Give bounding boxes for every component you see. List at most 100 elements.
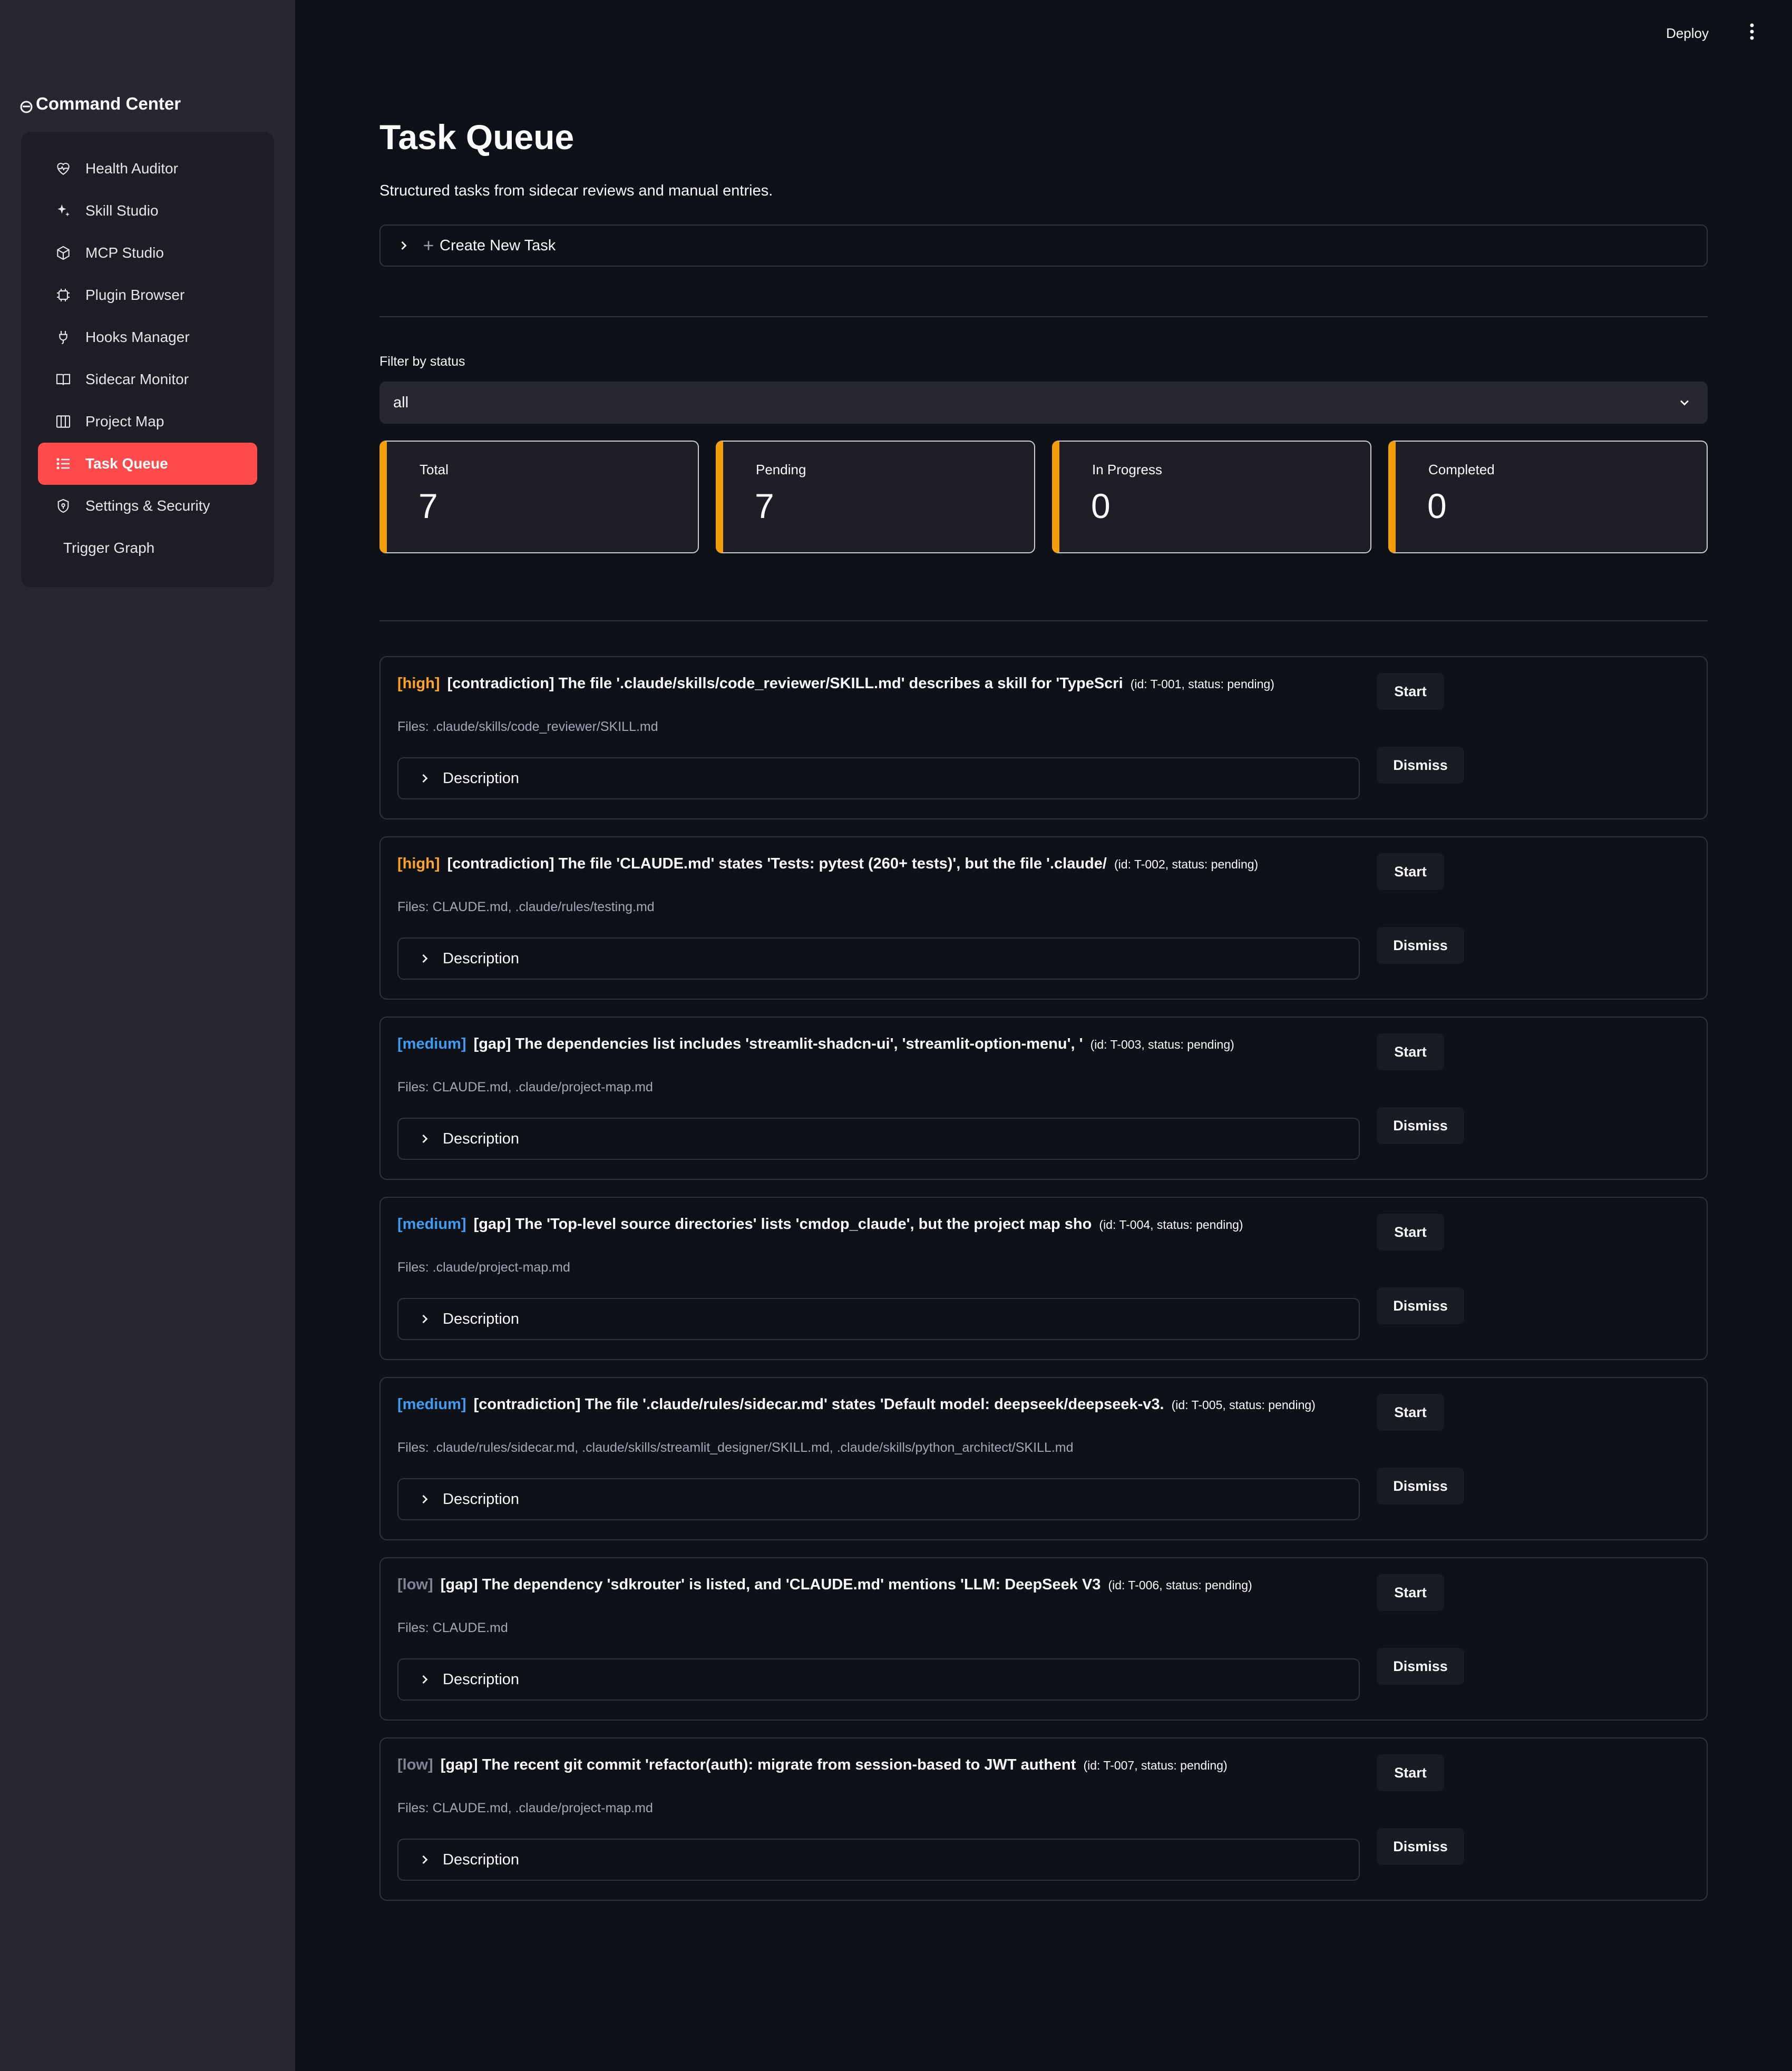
task-title: [high] [contradiction] The file '.claude… <box>397 675 1367 692</box>
task-title-text: [contradiction] The file '.claude/rules/… <box>473 1396 1164 1413</box>
description-expander[interactable]: Description <box>397 937 1360 980</box>
chevron-down-icon <box>1677 395 1692 410</box>
dismiss-button[interactable]: Dismiss <box>1377 1107 1464 1144</box>
start-button[interactable]: Start <box>1377 853 1444 890</box>
sidebar-item-label: MCP Studio <box>85 245 164 261</box>
chevron-right-icon <box>417 1852 432 1867</box>
description-expander[interactable]: Description <box>397 1478 1360 1520</box>
dismiss-button[interactable]: Dismiss <box>1377 1648 1464 1685</box>
status-filter-select[interactable]: all <box>379 382 1708 424</box>
deploy-button[interactable]: Deploy <box>1660 21 1715 46</box>
description-label: Description <box>443 1671 520 1688</box>
kebab-menu-icon[interactable] <box>1741 21 1762 42</box>
metric-label: In Progress <box>1092 462 1162 477</box>
description-expander[interactable]: Description <box>397 1658 1360 1701</box>
page-title: Task Queue <box>379 118 574 157</box>
task-files: Files: .claude/skills/code_reviewer/SKIL… <box>397 719 658 734</box>
chevron-right-icon <box>396 238 411 253</box>
sidebar-item-task-queue[interactable]: Task Queue <box>38 443 257 485</box>
description-expander[interactable]: Description <box>397 1839 1360 1881</box>
metric-value: 0 <box>1091 486 1111 525</box>
task-title-text: [gap] The dependencies list includes 'st… <box>473 1036 1083 1052</box>
priority-badge: [high] <box>397 855 440 872</box>
description-label: Description <box>443 1310 520 1327</box>
cube-icon <box>54 243 73 262</box>
heart-pulse-icon <box>54 159 73 178</box>
metric-pending: Pending 7 <box>716 441 1035 553</box>
task-meta: (id: T-005, status: pending) <box>1171 1398 1316 1412</box>
plug-icon <box>54 328 73 347</box>
map-columns-icon <box>54 412 73 431</box>
metric-value: 7 <box>755 486 774 525</box>
priority-badge: [medium] <box>397 1036 466 1052</box>
sidebar-item-skill-studio[interactable]: Skill Studio <box>38 190 257 232</box>
task-title: [medium] [gap] The dependencies list inc… <box>397 1036 1367 1053</box>
sidebar-item-sidecar-monitor[interactable]: Sidecar Monitor <box>38 358 257 400</box>
nav-menu: Health Auditor Skill Studio MCP Studio P… <box>21 132 274 587</box>
sidebar-item-label: Plugin Browser <box>85 287 185 303</box>
task-title-text: [contradiction] The file 'CLAUDE.md' sta… <box>447 855 1107 872</box>
description-expander[interactable]: Description <box>397 1298 1360 1340</box>
logo-icon <box>20 97 33 113</box>
sidebar-item-trigger-graph[interactable]: Trigger Graph <box>38 527 257 569</box>
sidebar-item-label: Project Map <box>85 413 164 429</box>
dismiss-button[interactable]: Dismiss <box>1377 1287 1464 1324</box>
start-button[interactable]: Start <box>1377 1033 1444 1070</box>
description-expander[interactable]: Description <box>397 757 1360 799</box>
metric-completed: Completed 0 <box>1388 441 1708 553</box>
start-button[interactable]: Start <box>1377 1754 1444 1791</box>
start-button[interactable]: Start <box>1377 1214 1444 1251</box>
sidebar-item-label: Skill Studio <box>85 202 159 219</box>
priority-badge: [medium] <box>397 1216 466 1233</box>
sidebar: Command Center Health Auditor Skill Stud… <box>0 0 295 2071</box>
task-card: [medium] [gap] The 'Top-level source dir… <box>379 1197 1708 1360</box>
sidebar-item-label: Sidecar Monitor <box>85 371 189 387</box>
priority-badge: [low] <box>397 1576 433 1593</box>
task-files: Files: .claude/project-map.md <box>397 1260 570 1275</box>
sidebar-item-health-auditor[interactable]: Health Auditor <box>38 148 257 190</box>
dismiss-button[interactable]: Dismiss <box>1377 1468 1464 1505</box>
shield-icon <box>54 496 73 515</box>
page-subtitle: Structured tasks from sidecar reviews an… <box>379 182 773 199</box>
sparkles-icon <box>54 201 73 220</box>
metric-in-progress: In Progress 0 <box>1052 441 1371 553</box>
metric-value: 7 <box>418 486 438 525</box>
plus-icon <box>422 239 435 252</box>
divider <box>379 316 1708 317</box>
description-expander[interactable]: Description <box>397 1118 1360 1160</box>
description-label: Description <box>443 950 520 967</box>
task-title: [medium] [gap] The 'Top-level source dir… <box>397 1216 1367 1233</box>
sidebar-item-mcp-studio[interactable]: MCP Studio <box>38 232 257 274</box>
list-icon <box>54 454 73 473</box>
metric-label: Total <box>420 462 449 477</box>
task-files: Files: CLAUDE.md, .claude/project-map.md <box>397 1080 653 1095</box>
sidebar-item-settings-security[interactable]: Settings & Security <box>38 485 257 527</box>
sidebar-item-project-map[interactable]: Project Map <box>38 400 257 443</box>
dismiss-button[interactable]: Dismiss <box>1377 747 1464 784</box>
sidebar-item-plugin-browser[interactable]: Plugin Browser <box>38 274 257 316</box>
task-title-text: [gap] The dependency 'sdkrouter' is list… <box>440 1576 1101 1593</box>
start-button[interactable]: Start <box>1377 1394 1444 1431</box>
task-files: Files: CLAUDE.md <box>397 1620 508 1635</box>
dismiss-button[interactable]: Dismiss <box>1377 1828 1464 1865</box>
task-files: Files: CLAUDE.md, .claude/project-map.md <box>397 1801 653 1815</box>
cpu-chip-icon <box>54 286 73 305</box>
sidebar-item-hooks-manager[interactable]: Hooks Manager <box>38 316 257 358</box>
start-button[interactable]: Start <box>1377 1574 1444 1611</box>
task-card: [medium] [contradiction] The file '.clau… <box>379 1377 1708 1540</box>
divider <box>379 620 1708 621</box>
task-meta: (id: T-006, status: pending) <box>1108 1578 1252 1592</box>
metric-value: 0 <box>1427 486 1447 525</box>
start-button[interactable]: Start <box>1377 673 1444 710</box>
sidebar-item-label: Settings & Security <box>85 497 210 514</box>
task-title: [medium] [contradiction] The file '.clau… <box>397 1396 1367 1413</box>
metric-label: Completed <box>1428 462 1495 477</box>
task-title: [high] [contradiction] The file 'CLAUDE.… <box>397 855 1367 873</box>
task-card: [low] [gap] The recent git commit 'refac… <box>379 1737 1708 1901</box>
metric-total: Total 7 <box>379 441 699 553</box>
dismiss-button[interactable]: Dismiss <box>1377 927 1464 964</box>
status-filter-value: all <box>393 394 409 411</box>
sidebar-item-label: Task Queue <box>85 455 168 472</box>
app-title-text: Command Center <box>36 94 181 113</box>
create-task-expander[interactable]: Create New Task <box>379 224 1708 267</box>
